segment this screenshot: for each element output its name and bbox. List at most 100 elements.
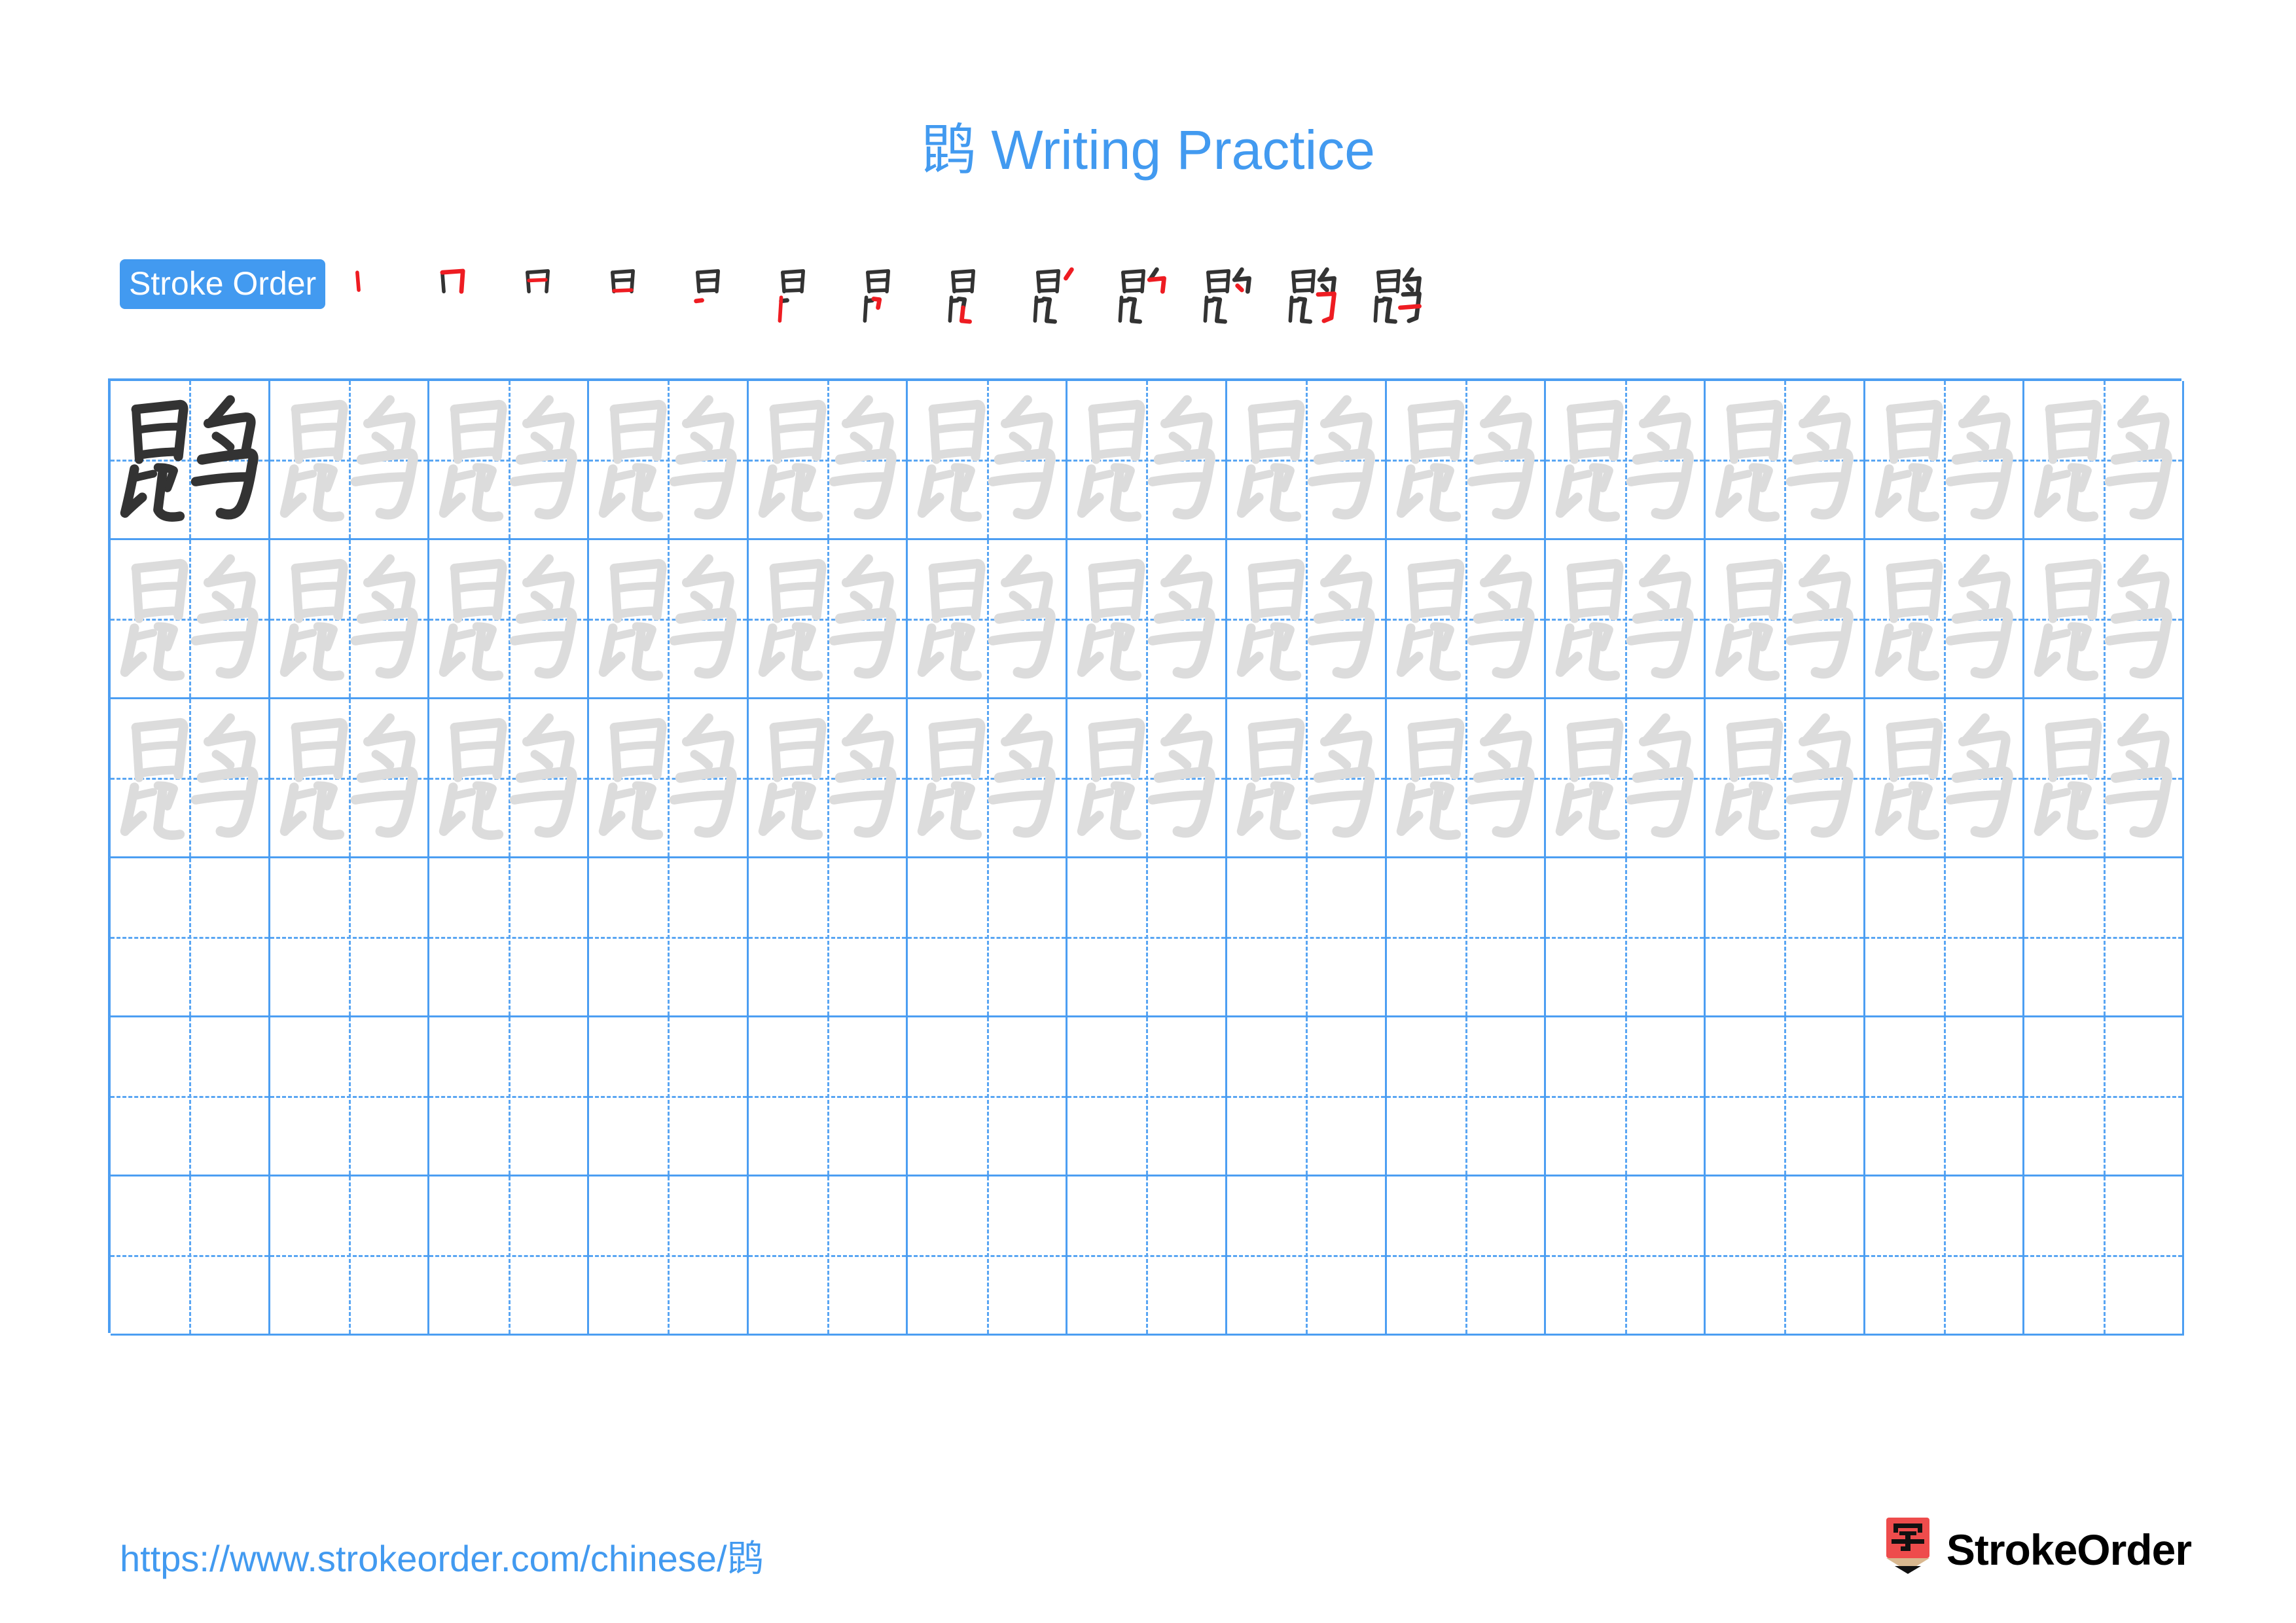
practice-cell[interactable] [429, 540, 590, 699]
practice-cell[interactable] [1865, 1176, 2025, 1336]
practice-cell[interactable] [111, 540, 270, 699]
practice-cell[interactable] [1386, 381, 1547, 540]
trace-character [1387, 699, 1545, 856]
trace-character [429, 540, 587, 697]
practice-cell[interactable] [908, 540, 1068, 699]
practice-cell[interactable] [748, 699, 908, 858]
practice-cell[interactable] [1067, 1017, 1227, 1176]
practice-cell[interactable] [908, 1176, 1068, 1336]
practice-cell[interactable] [1865, 540, 2025, 699]
practice-cell[interactable] [908, 858, 1068, 1017]
practice-cell[interactable] [2024, 540, 2184, 699]
practice-cell[interactable] [1705, 858, 1865, 1017]
trace-character [111, 540, 268, 697]
footer-url[interactable]: https://www.strokeorder.com/chinese/鹍 [120, 1529, 764, 1582]
practice-cell[interactable] [1227, 1176, 1387, 1336]
practice-cell[interactable] [1705, 699, 1865, 858]
trace-character [2024, 699, 2182, 856]
practice-cell[interactable] [1386, 540, 1547, 699]
cell-horizontal-guide [589, 937, 747, 939]
stroke-step-7 [838, 259, 924, 333]
brand-logo[interactable]: StrokeOrder [1884, 1514, 2192, 1586]
practice-cell[interactable] [1546, 858, 1706, 1017]
practice-cell[interactable] [1227, 1017, 1387, 1176]
practice-cell[interactable] [2024, 699, 2184, 858]
practice-cell[interactable] [1386, 858, 1547, 1017]
practice-cell[interactable] [1705, 381, 1865, 540]
cell-horizontal-guide [270, 1096, 428, 1098]
practice-cell[interactable] [270, 540, 430, 699]
practice-cell[interactable] [111, 1017, 270, 1176]
practice-cell[interactable] [1386, 1017, 1547, 1176]
cell-horizontal-guide [589, 1255, 747, 1257]
practice-cell[interactable] [429, 1176, 590, 1336]
cell-horizontal-guide [1067, 937, 1225, 939]
trace-character [1227, 540, 1385, 697]
practice-cell[interactable] [1546, 540, 1706, 699]
cell-horizontal-guide [1546, 1096, 1704, 1098]
practice-cell[interactable] [1865, 699, 2025, 858]
practice-cell[interactable] [1227, 858, 1387, 1017]
practice-cell[interactable] [429, 1017, 590, 1176]
practice-cell[interactable] [908, 381, 1068, 540]
stroke-step-6 [753, 259, 838, 333]
practice-cell[interactable] [589, 699, 749, 858]
practice-cell[interactable] [589, 540, 749, 699]
practice-cell[interactable] [1546, 699, 1706, 858]
practice-cell[interactable] [1865, 381, 2025, 540]
practice-cell[interactable] [429, 699, 590, 858]
practice-cell[interactable] [1386, 699, 1547, 858]
practice-cell[interactable] [748, 381, 908, 540]
practice-cell[interactable] [1705, 540, 1865, 699]
practice-cell[interactable] [1067, 1176, 1227, 1336]
practice-cell[interactable] [270, 699, 430, 858]
stroke-step-5 [668, 259, 753, 333]
practice-cell[interactable] [270, 1176, 430, 1336]
practice-cell[interactable] [1546, 1017, 1706, 1176]
practice-cell[interactable] [908, 1017, 1068, 1176]
practice-cell[interactable] [2024, 381, 2184, 540]
practice-cell[interactable] [1227, 381, 1387, 540]
practice-cell[interactable] [270, 858, 430, 1017]
practice-cell[interactable] [1546, 381, 1706, 540]
practice-cell[interactable] [589, 381, 749, 540]
trace-character [1227, 699, 1385, 856]
practice-cell[interactable] [111, 1176, 270, 1336]
trace-character [1865, 699, 2023, 856]
cell-horizontal-guide [111, 1255, 268, 1257]
stroke-step-12 [1264, 259, 1349, 333]
practice-cell[interactable] [270, 1017, 430, 1176]
stroke-step-10 [1094, 259, 1179, 333]
practice-cell[interactable] [589, 858, 749, 1017]
practice-cell[interactable] [748, 540, 908, 699]
practice-cell[interactable] [1227, 699, 1387, 858]
practice-cell[interactable] [2024, 1176, 2184, 1336]
practice-cell[interactable] [111, 858, 270, 1017]
practice-cell[interactable] [589, 1176, 749, 1336]
practice-cell[interactable] [270, 381, 430, 540]
practice-cell[interactable] [1067, 858, 1227, 1017]
practice-cell[interactable] [2024, 1017, 2184, 1176]
practice-cell[interactable] [1705, 1176, 1865, 1336]
practice-cell[interactable] [1705, 1017, 1865, 1176]
practice-cell[interactable] [908, 699, 1068, 858]
practice-cell[interactable] [748, 1176, 908, 1336]
trace-character [270, 699, 428, 856]
practice-cell[interactable] [1067, 381, 1227, 540]
practice-cell[interactable] [429, 381, 590, 540]
practice-cell[interactable] [2024, 858, 2184, 1017]
practice-cell[interactable] [1546, 1176, 1706, 1336]
practice-cell[interactable] [111, 381, 270, 540]
practice-row [111, 1176, 2184, 1336]
practice-cell[interactable] [1067, 699, 1227, 858]
practice-cell[interactable] [1067, 540, 1227, 699]
practice-cell[interactable] [1865, 1017, 2025, 1176]
practice-cell[interactable] [589, 1017, 749, 1176]
practice-cell[interactable] [1386, 1176, 1547, 1336]
practice-cell[interactable] [748, 1017, 908, 1176]
practice-cell[interactable] [1227, 540, 1387, 699]
practice-cell[interactable] [111, 699, 270, 858]
practice-cell[interactable] [1865, 858, 2025, 1017]
practice-cell[interactable] [429, 858, 590, 1017]
practice-cell[interactable] [748, 858, 908, 1017]
